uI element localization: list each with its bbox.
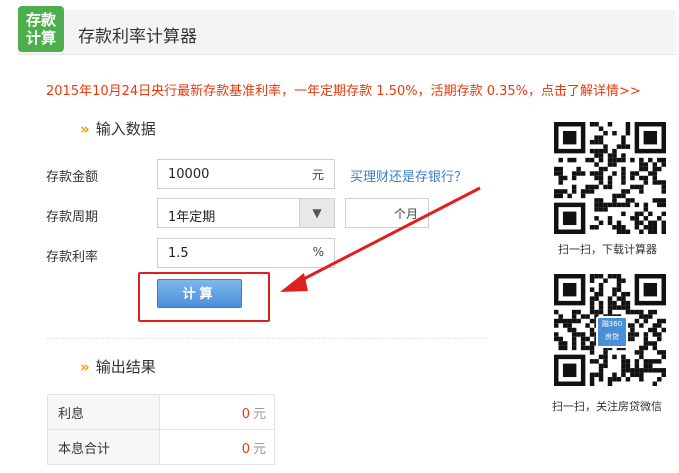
total-value: 0	[241, 441, 250, 457]
badge-line2: 房贷	[605, 333, 619, 341]
table-row: 利息 0元	[47, 394, 275, 430]
interest-label: 利息	[47, 394, 160, 430]
rate-notice-link[interactable]: 2015年10月24日央行最新存款基准利率，一年定期存款 1.50%，活期存款 …	[46, 80, 641, 99]
rate-value: 1.5	[168, 246, 189, 261]
interest-value: 0	[241, 406, 250, 422]
total-label: 本息合计	[47, 429, 160, 465]
interest-unit: 元	[252, 406, 266, 422]
logo-line1: 存款	[25, 11, 56, 29]
input-section-title: » 输入数据	[80, 118, 156, 139]
output-section-label: 输出结果	[95, 358, 156, 376]
period-selected-value: 1年定期	[168, 210, 216, 225]
period-label: 存款周期	[46, 210, 99, 225]
download-qr-caption: 扫一扫，下载计算器	[558, 243, 657, 256]
calculate-button[interactable]: 计算	[157, 279, 242, 308]
logo-line2: 计算	[25, 29, 56, 47]
input-section-label: 输入数据	[95, 120, 156, 138]
page-title: 存款利率计算器	[78, 27, 197, 47]
interest-value-cell: 0元	[159, 394, 275, 430]
section-divider	[46, 338, 486, 339]
result-table: 利息 0元 本息合计 0元	[47, 394, 275, 465]
download-qr-code	[554, 122, 666, 234]
annotation-arrow-icon	[280, 186, 481, 292]
total-value-cell: 0元	[159, 429, 275, 465]
wechat-qr-caption: 扫一扫，关注房贷微信	[552, 400, 662, 413]
total-unit: 元	[252, 441, 266, 457]
badge-line1: 融360	[601, 320, 623, 328]
double-arrow-icon: »	[80, 358, 90, 376]
rate-label: 存款利率	[46, 250, 99, 265]
table-row: 本息合计 0元	[47, 429, 275, 465]
calculator-logo: 存款 计算	[18, 6, 64, 52]
amount-value: 10000	[168, 167, 210, 182]
header: 存款 计算 存款利率计算器	[0, 0, 679, 56]
amount-label: 存款金额	[46, 170, 99, 185]
output-section-title: » 输出结果	[80, 356, 156, 377]
rong360-badge: 融360 房贷	[596, 316, 628, 348]
double-arrow-icon: »	[80, 120, 90, 138]
